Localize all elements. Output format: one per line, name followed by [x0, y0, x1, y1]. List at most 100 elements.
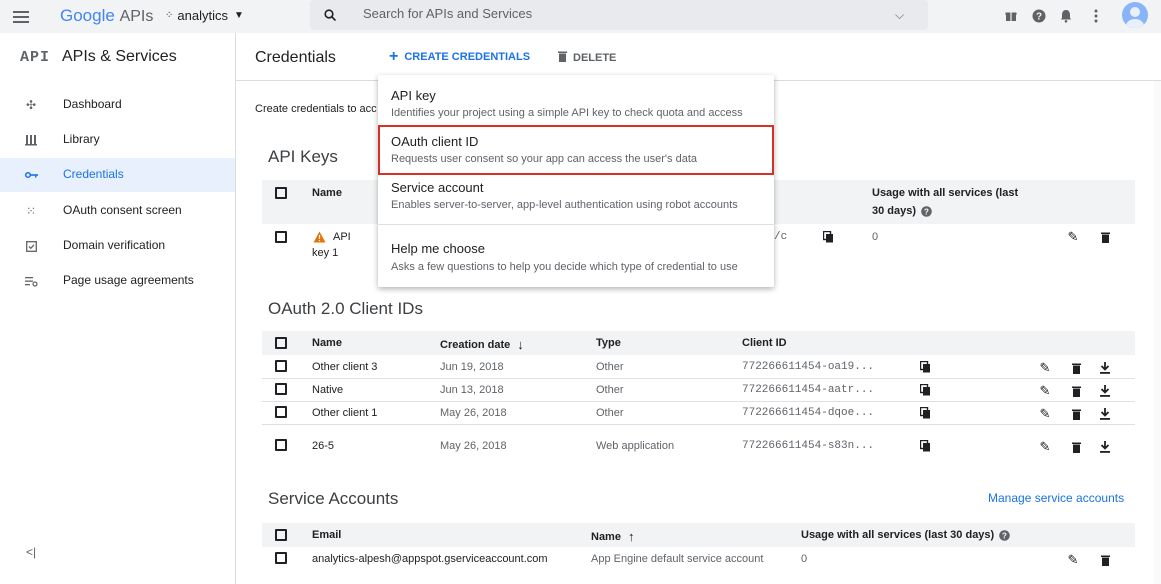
search-chevron-icon[interactable]: ⌵: [895, 8, 904, 23]
menu-item-api-key[interactable]: API key Identifies your project using a …: [378, 80, 774, 126]
sidebar-item-dashboard[interactable]: ✣ Dashboard: [0, 88, 235, 122]
api-key-name-1[interactable]: API: [333, 231, 351, 243]
copy-icon[interactable]: [919, 439, 931, 457]
delete-button[interactable]: DELETE: [558, 51, 616, 65]
manage-service-accounts-link[interactable]: Manage service accounts: [988, 491, 1124, 505]
settings-list-icon: [22, 272, 40, 290]
api-keys-select-all-checkbox[interactable]: [275, 187, 287, 199]
oauth-row-client-id: 772266611454-aatr...: [742, 384, 875, 396]
oauth-row-client-id: 772266611454-oa19...: [742, 361, 875, 373]
download-icon[interactable]: [1097, 439, 1113, 455]
oauth-row-name[interactable]: Other client 3: [312, 361, 377, 373]
arrow-up-icon: ↑: [627, 529, 635, 544]
sidebar-item-page-usage[interactable]: Page usage agreements: [0, 264, 235, 298]
edit-icon[interactable]: ✎: [1037, 383, 1053, 399]
oauth-row-type: Other: [596, 407, 624, 419]
sidebar-item-credentials[interactable]: Credentials: [0, 158, 235, 192]
sidebar-item-label: Credentials: [63, 167, 124, 181]
copy-icon[interactable]: [919, 383, 931, 401]
edit-icon[interactable]: ✎: [1065, 229, 1081, 245]
edit-icon[interactable]: ✎: [1037, 439, 1053, 455]
delete-icon[interactable]: [1097, 229, 1113, 245]
gift-icon[interactable]: [1003, 8, 1019, 24]
api-key-row-checkbox[interactable]: [275, 231, 287, 243]
sidebar-item-label: Library: [63, 132, 100, 146]
delete-icon[interactable]: [1068, 383, 1084, 399]
copy-icon[interactable]: [919, 406, 931, 424]
edit-icon[interactable]: ✎: [1065, 552, 1081, 568]
download-icon[interactable]: [1097, 406, 1113, 422]
oauth-row-client-id: 772266611454-dqoe...: [742, 407, 875, 419]
service-col-usage-label: Usage with all services (last 30 days): [801, 529, 995, 541]
google-apis-logo[interactable]: Google APIs: [60, 6, 153, 26]
download-icon[interactable]: [1097, 383, 1113, 399]
collapse-sidebar-icon[interactable]: <|: [26, 545, 36, 559]
trash-icon: [558, 51, 567, 65]
help-icon[interactable]: ?: [1031, 8, 1047, 24]
create-credentials-button[interactable]: + CREATE CREDENTIALS: [389, 49, 531, 65]
oauth-col-type: Type: [596, 337, 621, 349]
service-col-name-label: Name: [591, 530, 621, 543]
create-credentials-label: CREATE CREDENTIALS: [404, 51, 531, 63]
svg-text:?: ?: [1002, 531, 1007, 540]
download-icon[interactable]: [1097, 360, 1113, 376]
copy-icon[interactable]: [919, 360, 931, 378]
delete-icon[interactable]: [1097, 552, 1113, 568]
library-icon: [22, 131, 40, 149]
oauth-col-date[interactable]: Creation date ↓: [440, 337, 524, 352]
notifications-bell-icon[interactable]: [1058, 8, 1074, 24]
search-input[interactable]: Search for APIs and Services: [363, 6, 532, 21]
oauth-row-date: May 26, 2018: [440, 440, 507, 452]
copy-icon[interactable]: [822, 230, 834, 248]
oauth-row-name[interactable]: 26-5: [312, 440, 334, 452]
menu-item-title: OAuth client ID: [391, 134, 479, 149]
project-dots-icon: ⁘: [165, 10, 174, 21]
oauth-row-name[interactable]: Native: [312, 384, 343, 396]
project-name: analytics: [177, 8, 228, 23]
delete-label: DELETE: [573, 52, 617, 64]
service-col-name[interactable]: Name ↑: [591, 529, 634, 544]
edit-icon[interactable]: ✎: [1037, 406, 1053, 422]
hamburger-menu-icon[interactable]: [10, 6, 32, 28]
sidebar-item-domain-verification[interactable]: Domain verification: [0, 229, 235, 263]
delete-icon[interactable]: [1068, 360, 1084, 376]
avatar[interactable]: [1122, 2, 1148, 28]
sidebar-item-library[interactable]: Library: [0, 123, 235, 157]
delete-icon[interactable]: [1068, 439, 1084, 455]
oauth-row-checkbox[interactable]: [275, 383, 287, 395]
menu-item-oauth-client-id[interactable]: OAuth client ID Requests user consent so…: [378, 125, 774, 175]
more-vert-icon[interactable]: [1091, 8, 1101, 24]
row-divider: [262, 424, 1135, 425]
menu-item-title: API key: [391, 88, 436, 103]
menu-item-help-me-choose[interactable]: Help me choose Asks a few questions to h…: [378, 230, 774, 282]
oauth-row-type: Web application: [596, 440, 675, 452]
sidebar-item-label: Page usage agreements: [63, 273, 194, 287]
oauth-select-all-checkbox[interactable]: [275, 337, 287, 349]
api-key-name-2[interactable]: key 1: [312, 247, 338, 259]
delete-icon[interactable]: [1068, 406, 1084, 422]
service-select-all-checkbox[interactable]: [275, 529, 287, 541]
oauth-row-checkbox[interactable]: [275, 406, 287, 418]
sidebar-item-label: OAuth consent screen: [63, 203, 182, 217]
oauth-row-date: May 26, 2018: [440, 407, 507, 419]
checkbox-icon: [22, 237, 40, 255]
chevron-down-icon: ▼: [233, 10, 244, 21]
oauth-row-checkbox[interactable]: [275, 360, 287, 372]
oauth-title: OAuth 2.0 Client IDs: [268, 299, 423, 318]
oauth-row-checkbox[interactable]: [275, 439, 287, 451]
menu-item-service-account[interactable]: Service account Enables server-to-server…: [378, 175, 774, 225]
logo-apis: APIs: [119, 8, 154, 25]
sidebar-item-oauth-consent[interactable]: ⁙ OAuth consent screen: [0, 194, 235, 228]
search-box[interactable]: Search for APIs and Services ⌵: [310, 0, 928, 30]
key-icon: [22, 166, 40, 184]
scrollbar[interactable]: [1154, 81, 1161, 584]
service-row-email[interactable]: analytics-alpesh@appspot.gserviceaccount…: [312, 553, 548, 565]
help-icon[interactable]: ?: [921, 205, 932, 217]
service-row-checkbox[interactable]: [275, 552, 287, 564]
service-row-usage: 0: [801, 553, 808, 565]
edit-icon[interactable]: ✎: [1037, 360, 1053, 376]
help-icon[interactable]: ?: [999, 529, 1011, 541]
oauth-row-name[interactable]: Other client 1: [312, 407, 377, 419]
project-selector[interactable]: ⁘ analytics ▼: [165, 8, 244, 23]
top-bar: Google APIs ⁘ analytics ▼ Search for API…: [0, 0, 1161, 33]
